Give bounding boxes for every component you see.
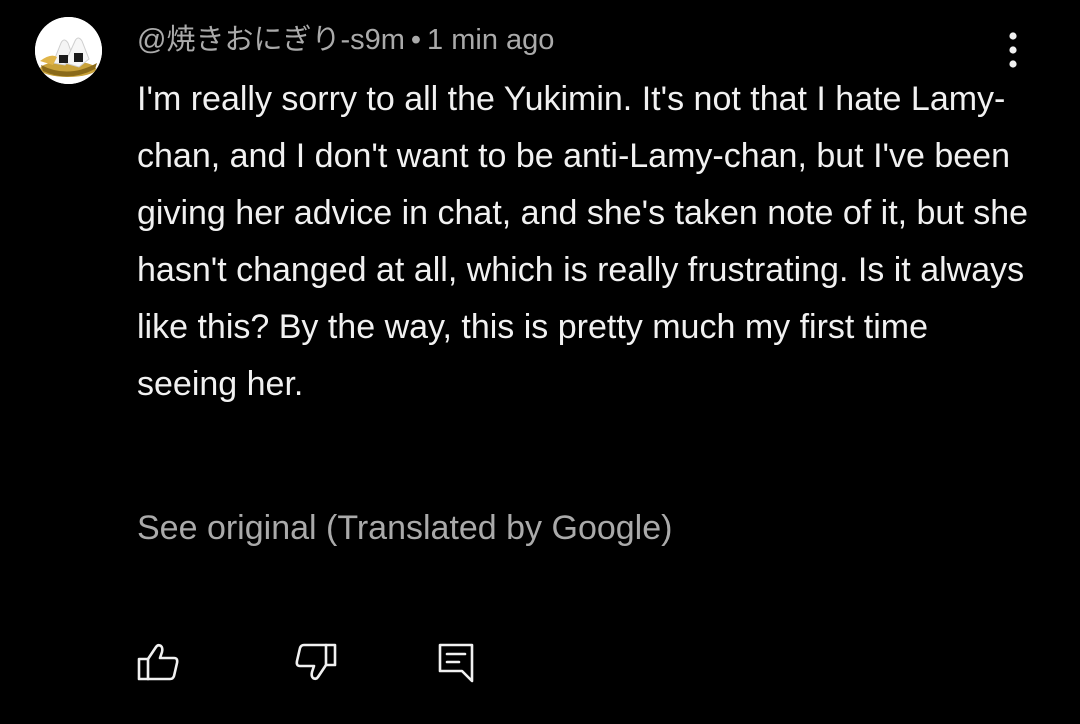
- meta-separator: •: [410, 24, 422, 56]
- thumbs-up-icon: [137, 643, 179, 681]
- onigiri-avatar-icon: [35, 17, 102, 84]
- see-original-link[interactable]: See original (Translated by Google): [137, 505, 672, 551]
- comment-text: I'm really sorry to all the Yukimin. It'…: [137, 80, 1029, 403]
- comment-timestamp: 1 min ago: [427, 24, 555, 56]
- comment-item: @焼きおにぎり-s9m • 1 min ago I'm really sorry t…: [0, 0, 1080, 724]
- more-options-button[interactable]: [996, 27, 1030, 73]
- dislike-button[interactable]: [292, 638, 340, 686]
- comment-reply-icon: [438, 643, 474, 683]
- like-button[interactable]: [134, 638, 182, 686]
- reply-button[interactable]: [432, 638, 480, 686]
- avatar[interactable]: [35, 17, 102, 84]
- author-name[interactable]: @焼きおにぎり-s9m: [137, 24, 405, 56]
- thumbs-down-icon: [295, 643, 337, 681]
- more-vert-icon: [1009, 32, 1017, 68]
- comment-header: @焼きおにぎり-s9m • 1 min ago: [137, 22, 554, 58]
